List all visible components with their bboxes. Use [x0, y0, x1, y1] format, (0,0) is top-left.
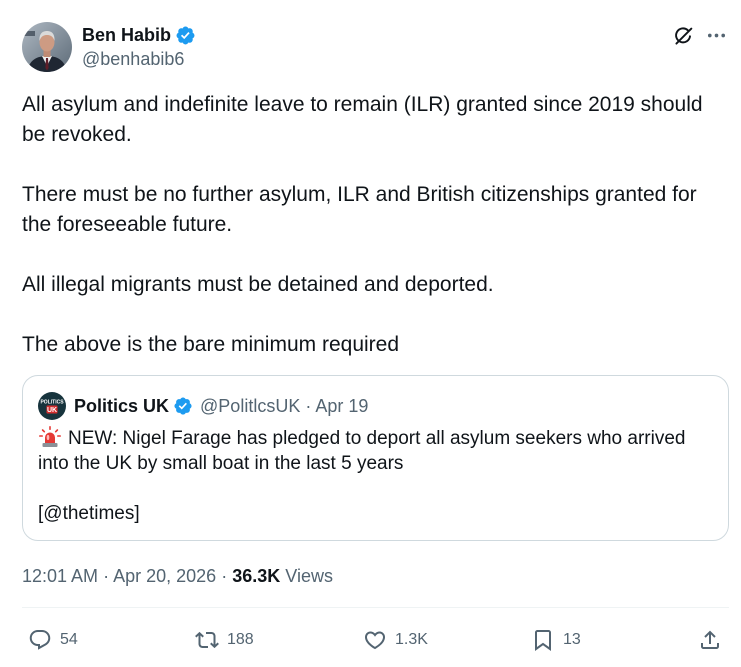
quoted-author-handle[interactable]: @PolitlcsUK [200, 396, 300, 416]
tweet-text-line: All asylum and indefinite leave to remai… [22, 93, 703, 116]
quoted-tweet-text: NEW: Nigel Farage has pledged to deport … [38, 425, 685, 526]
tweet-text-line: the foreseeable future. [22, 213, 233, 236]
quoted-author-avatar[interactable]: POLITICS UK [38, 392, 66, 420]
share-icon[interactable] [698, 628, 722, 652]
verified-badge-icon[interactable] [175, 25, 196, 46]
quoted-tweet-meta: @PolitlcsUK · Apr 19 [200, 395, 368, 417]
views-label: Views [285, 566, 333, 586]
tweet-paragraph: All illegal migrants must be detained an… [22, 270, 703, 300]
tweet-paragraph: All asylum and indefinite leave to remai… [22, 90, 703, 150]
author-handle[interactable]: @benhabib6 [82, 48, 184, 70]
rotating-light-icon [38, 425, 62, 449]
quoted-tweet-date[interactable]: Apr 19 [315, 396, 368, 416]
reply-icon[interactable] [28, 628, 52, 652]
tweet-text-line: There must be no further asylum, ILR and… [22, 183, 697, 206]
tweet-meta: 12:01 AM · Apr 20, 2026 · 36.3K Views [22, 564, 333, 588]
retweet-count: 188 [227, 631, 254, 648]
retweet-button[interactable]: 188 [195, 628, 254, 652]
divider [22, 607, 729, 608]
author-name-row[interactable]: Ben Habib [82, 24, 196, 46]
quoted-tweet-card[interactable]: POLITICS UK Politics UK @PolitlcsUK · Ap… [22, 375, 729, 541]
grok-icon[interactable] [672, 24, 695, 47]
author-avatar[interactable] [22, 22, 72, 72]
quoted-author-name[interactable]: Politics UK [74, 395, 169, 417]
separator-dot: · [221, 566, 228, 586]
bookmark-icon[interactable] [531, 628, 555, 652]
logo-text-top: POLITICS [40, 400, 64, 406]
tweet-time[interactable]: 12:01 AM [22, 566, 98, 586]
like-count: 1.3K [395, 631, 428, 648]
tweet-text-line: The above is the bare minimum required [22, 333, 400, 356]
separator-dot: · [103, 566, 110, 586]
quoted-text-source: [@thetimes] [38, 503, 140, 524]
quoted-text-line: NEW: Nigel Farage has pledged to deport … [38, 425, 685, 451]
like-button[interactable]: 1.3K [363, 628, 428, 652]
tweet-paragraph: There must be no further asylum, ILR and… [22, 180, 703, 240]
logo-text-bottom: UK [47, 407, 57, 414]
tweet-text-line: All illegal migrants must be detained an… [22, 273, 494, 296]
share-button[interactable] [698, 628, 722, 652]
author-name[interactable]: Ben Habib [82, 24, 171, 46]
reply-count: 54 [60, 631, 78, 648]
quoted-text-line: into the UK by small boat in the last 5 … [38, 453, 404, 474]
reply-button[interactable]: 54 [28, 628, 78, 652]
tweet-date[interactable]: Apr 20, 2026 [113, 566, 216, 586]
heart-icon[interactable] [363, 628, 387, 652]
quoted-tweet-header: Politics UK @PolitlcsUK · Apr 19 [74, 395, 368, 417]
retweet-icon[interactable] [195, 628, 219, 652]
verified-badge-icon[interactable] [173, 396, 193, 416]
tweet-text-line: be revoked. [22, 123, 132, 146]
separator-dot: · [305, 396, 312, 416]
more-icon[interactable] [705, 24, 728, 47]
tweet-paragraph: The above is the bare minimum required [22, 330, 703, 360]
views-count: 36.3K [232, 566, 281, 586]
bookmark-button[interactable]: 13 [531, 628, 581, 652]
quoted-text-line-content: NEW: Nigel Farage has pledged to deport … [68, 428, 686, 449]
bookmark-count: 13 [563, 631, 581, 648]
tweet-text: All asylum and indefinite leave to remai… [22, 90, 703, 390]
